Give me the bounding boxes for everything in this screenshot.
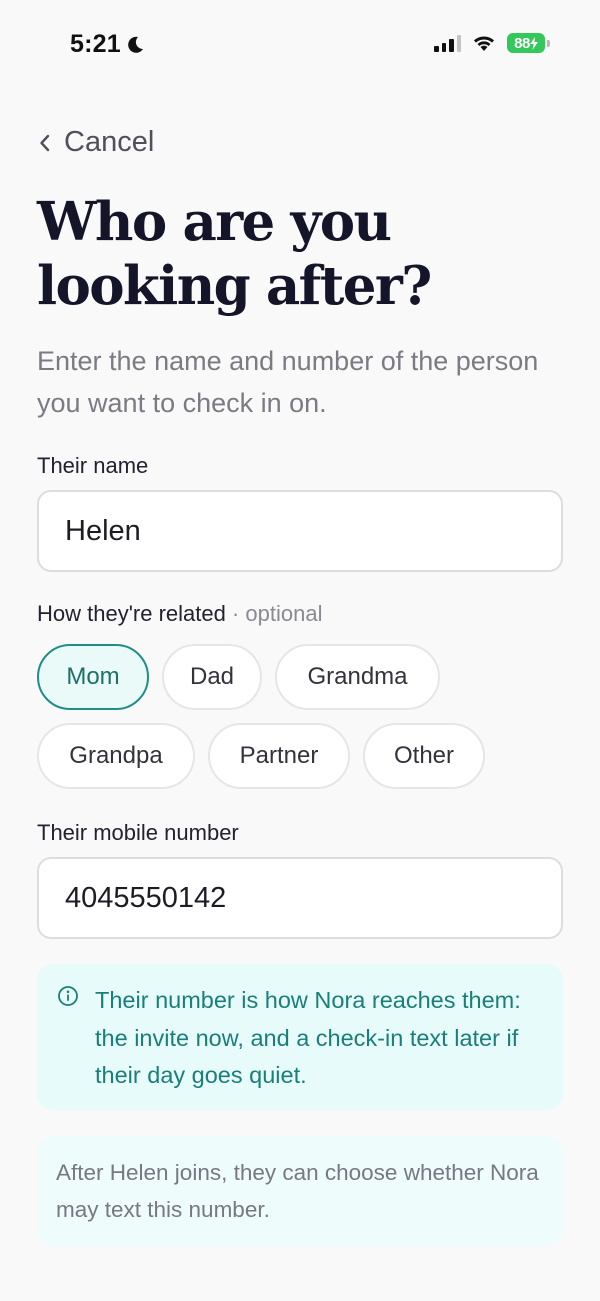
wifi-icon (474, 36, 494, 51)
cancel-label: Cancel (64, 126, 155, 158)
status-indicators: 88 (434, 33, 550, 53)
relation-chip-mom[interactable]: Mom (37, 644, 149, 710)
relation-optional-hint: · optional (225, 601, 323, 626)
relation-chip-other[interactable]: Other (363, 723, 485, 789)
charging-bolt-icon (529, 36, 538, 50)
status-time-text: 5:21 (70, 30, 121, 58)
status-bar: 5:21 88 (0, 0, 600, 90)
name-input[interactable] (37, 490, 563, 572)
relation-label-text: How they're related (37, 601, 226, 626)
phone-input[interactable] (37, 857, 563, 939)
relation-chip-dad[interactable]: Dad (162, 644, 262, 710)
note-text: After Helen joins, they can choose wheth… (56, 1160, 539, 1222)
relation-chip-partner[interactable]: Partner (208, 723, 350, 789)
cellular-signal-icon (434, 34, 461, 52)
page-subtitle: Enter the name and number of the person … (37, 346, 539, 418)
info-text: Their number is how Nora reaches them: t… (95, 987, 521, 1088)
relation-chip-grandpa[interactable]: Grandpa (37, 723, 195, 789)
battery-level: 88 (507, 33, 545, 53)
info-card: Their number is how Nora reaches them: t… (37, 964, 563, 1110)
status-time: 5:21 (70, 30, 145, 59)
chevron-left-icon (40, 134, 50, 151)
phone-field-label: Their mobile number (37, 820, 239, 845)
info-icon (58, 986, 78, 1006)
relation-field-label: How they're related · optional (37, 601, 322, 627)
page-title: Who are you looking after? (37, 191, 432, 317)
battery-icon: 88 (507, 33, 550, 53)
note-card: After Helen joins, they can choose wheth… (37, 1136, 563, 1246)
name-field-label: Their name (37, 453, 149, 478)
relation-chip-grandma[interactable]: Grandma (275, 644, 440, 710)
moon-icon (128, 36, 143, 53)
battery-cap (547, 39, 550, 47)
cancel-button[interactable]: Cancel (38, 126, 154, 159)
